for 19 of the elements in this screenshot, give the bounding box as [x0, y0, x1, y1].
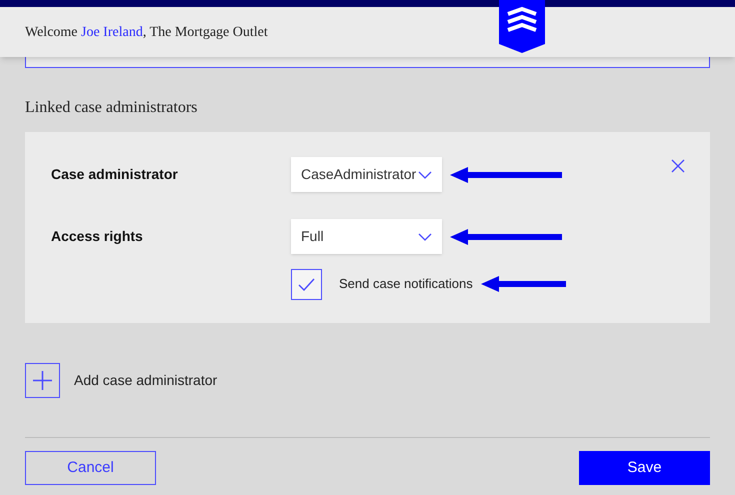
- checkbox[interactable]: [291, 268, 322, 300]
- cancel-button[interactable]: Cancel: [25, 451, 156, 485]
- save-button[interactable]: Save: [579, 451, 710, 485]
- add-button[interactable]: [25, 363, 60, 398]
- checkbox-label: Send case notifications: [339, 275, 473, 294]
- dropdown[interactable]: Full: [291, 219, 442, 254]
- chevron-down-icon: [418, 232, 432, 240]
- input-field[interactable]: [25, 57, 710, 68]
- shield-logo-icon: [499, 0, 545, 53]
- add-administrator-label[interactable]: Add case administrator: [74, 370, 218, 391]
- section-title: Linked case administrators: [25, 98, 198, 118]
- close-icon[interactable]: [671, 159, 685, 173]
- chevron-down-icon: [418, 170, 432, 178]
- welcome-text: Welcome Joe Ireland, The Mortgage Outlet: [25, 24, 268, 42]
- dropdown[interactable]: CaseAdministrator: [291, 157, 442, 192]
- plus-icon: [33, 371, 52, 390]
- checkmark-icon: [298, 278, 315, 290]
- field-label: Access rights: [50, 227, 144, 246]
- field-label: Case administrator: [50, 165, 179, 184]
